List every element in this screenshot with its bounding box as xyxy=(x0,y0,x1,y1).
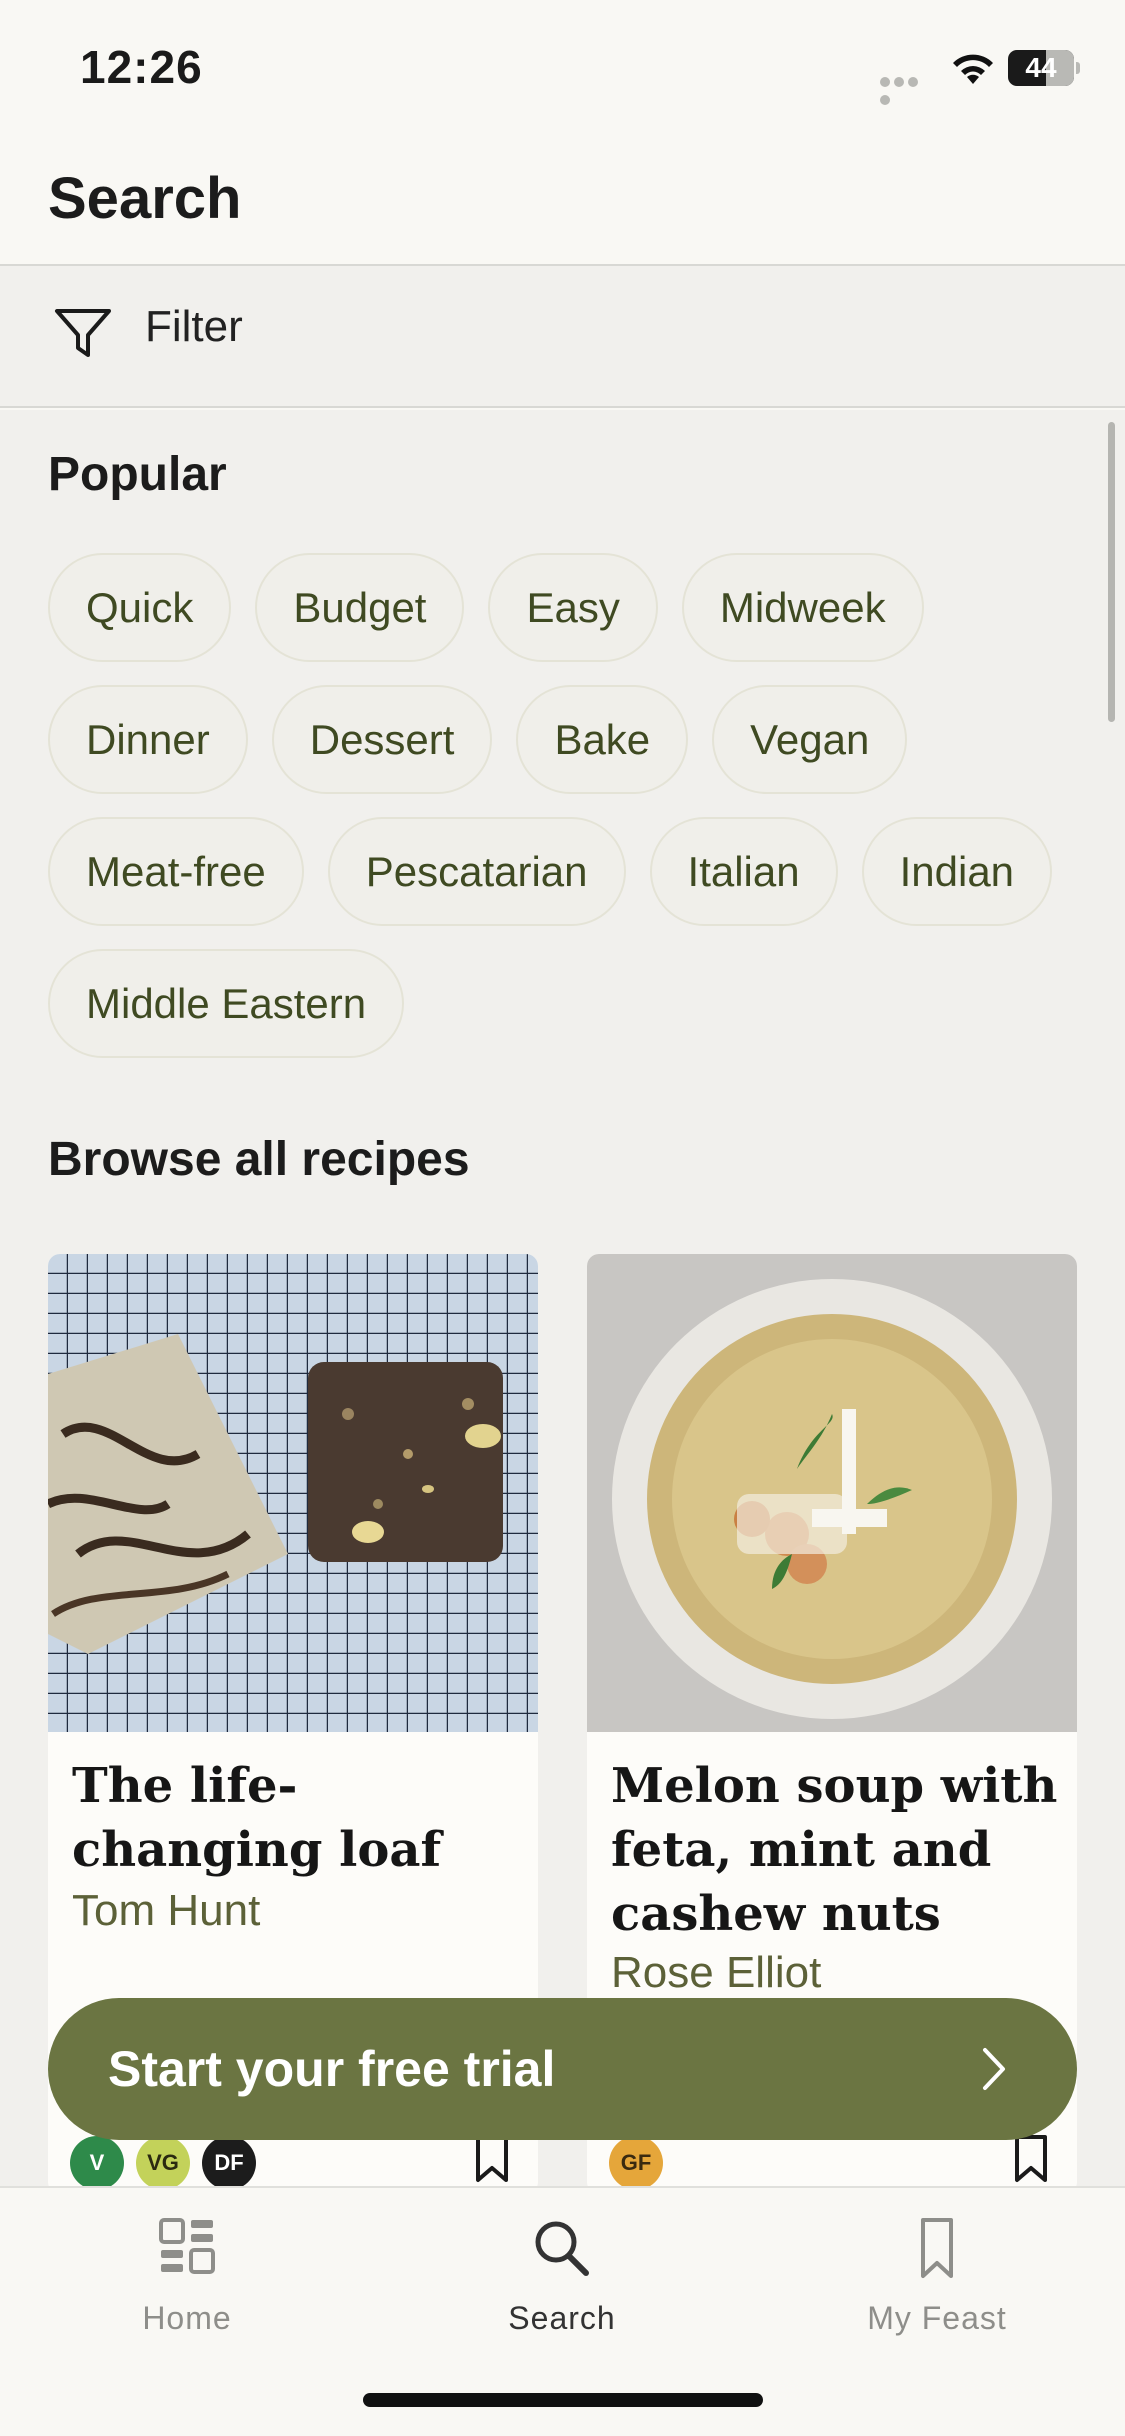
tag-chip-midweek[interactable]: Midweek xyxy=(681,553,924,662)
filter-button[interactable]: Filter xyxy=(0,266,1125,408)
bookmark-icon[interactable] xyxy=(1013,2134,1049,2184)
tag-chip-middle-eastern[interactable]: Middle Eastern xyxy=(48,949,405,1058)
tag-chip-quick[interactable]: Quick xyxy=(48,553,232,662)
tab-home-label: Home xyxy=(142,2300,232,2336)
popular-heading: Popular xyxy=(48,448,227,501)
free-trial-button[interactable]: Start your free trial xyxy=(48,1998,1077,2140)
page-title: Search xyxy=(48,166,242,231)
tab-search[interactable]: Search xyxy=(442,2216,682,2346)
home-grid-icon xyxy=(159,2218,215,2274)
tag-chip-bake[interactable]: Bake xyxy=(516,685,689,794)
tag-chip-dinner[interactable]: Dinner xyxy=(48,685,248,794)
search-icon xyxy=(535,2221,589,2276)
bookmark-icon[interactable] xyxy=(474,2134,510,2184)
recipe-title: The life-changing loaf xyxy=(72,1758,442,1878)
status-bar: 12:26 44 xyxy=(0,0,1125,140)
free-trial-label: Start your free trial xyxy=(108,2041,556,2097)
recipe-title: Melon soup with feta, mint and cashew nu… xyxy=(611,1758,1058,1942)
recipe-author: Rose Elliot xyxy=(611,1948,822,1997)
tag-chip-indian[interactable]: Indian xyxy=(861,817,1053,926)
vegetarian-badge: V xyxy=(70,2136,124,2186)
popular-tags: Quick Budget Easy Midweek Dinner Dessert… xyxy=(48,553,1088,1081)
home-indicator xyxy=(363,2393,763,2407)
vegan-badge: VG xyxy=(136,2136,190,2186)
battery-level: 44 xyxy=(1025,52,1057,83)
tag-chip-dessert[interactable]: Dessert xyxy=(271,685,493,794)
search-content[interactable]: Popular Quick Budget Easy Midweek Dinner… xyxy=(0,410,1125,2186)
status-time: 12:26 xyxy=(80,41,203,93)
wifi-icon xyxy=(953,54,993,84)
tab-search-label: Search xyxy=(508,2300,616,2336)
tab-my-feast[interactable]: My Feast xyxy=(817,2216,1057,2346)
tab-home[interactable]: Home xyxy=(67,2216,307,2346)
tag-chip-budget[interactable]: Budget xyxy=(255,553,465,662)
filter-label: Filter xyxy=(145,302,243,351)
scrollbar[interactable] xyxy=(1108,422,1115,722)
dairy-free-badge: DF xyxy=(202,2136,256,2186)
tag-chip-meat-free[interactable]: Meat-free xyxy=(48,817,304,926)
chevron-right-icon xyxy=(983,2048,1005,2090)
browse-heading: Browse all recipes xyxy=(48,1133,470,1186)
tab-my-feast-label: My Feast xyxy=(867,2300,1007,2336)
tag-chip-pescatarian[interactable]: Pescatarian xyxy=(327,817,626,926)
tag-chip-easy[interactable]: Easy xyxy=(488,553,658,662)
recipe-image-loaf xyxy=(48,1254,538,1732)
bookmark-icon xyxy=(921,2218,953,2278)
gluten-free-badge: GF xyxy=(609,2136,663,2186)
recipe-image-melon-soup xyxy=(587,1254,1077,1732)
cellular-signal-icon xyxy=(880,74,935,105)
search-screen: 12:26 44 Search Filter Popular Quick Bud… xyxy=(0,0,1125,2436)
recipe-author: Tom Hunt xyxy=(72,1886,261,1935)
tag-chip-vegan[interactable]: Vegan xyxy=(712,685,908,794)
filter-icon xyxy=(55,309,111,357)
battery-icon: 44 xyxy=(1008,50,1080,86)
tag-chip-italian[interactable]: Italian xyxy=(649,817,838,926)
